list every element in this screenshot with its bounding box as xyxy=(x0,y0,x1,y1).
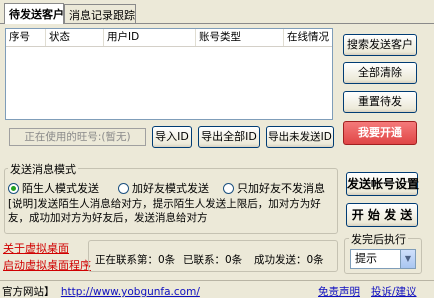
radio-add-only-mode[interactable]: 只加好友不发消息 xyxy=(223,181,325,195)
stat-success: 成功发送：0条 xyxy=(254,254,324,266)
footer-divider xyxy=(0,280,434,281)
virtual-desktop-start-link[interactable]: 启动虚拟桌面程序 xyxy=(3,257,91,273)
list-header: 序号 状态 用户ID 账号类型 在线情况 xyxy=(6,29,332,47)
stat-contacting: 正在联系第：0条 xyxy=(95,254,176,266)
radio-stranger-label: 陌生人模式发送 xyxy=(22,182,99,195)
radio-friend-label: 加好友模式发送 xyxy=(132,182,209,195)
reset-pending-button[interactable]: 重置待发 xyxy=(343,91,417,113)
column-header-account-type[interactable]: 账号类型 xyxy=(196,29,284,46)
stat-contacted: 已联系：0条 xyxy=(183,254,243,266)
footer-site-label: 官方网站】 xyxy=(2,286,55,298)
customer-list[interactable]: 序号 状态 用户ID 账号类型 在线情况 xyxy=(5,28,333,120)
chevron-down-icon[interactable]: ▼ xyxy=(400,250,415,268)
send-mode-title: 发送消息模式 xyxy=(8,161,78,177)
export-all-button[interactable]: 导出全部ID xyxy=(198,126,260,148)
column-header-status[interactable]: 状态 xyxy=(46,29,104,46)
radio-stranger-mode[interactable]: 陌生人模式发送 xyxy=(8,181,99,195)
column-header-online[interactable]: 在线情况 xyxy=(284,29,334,46)
clear-all-button[interactable]: 全部清除 xyxy=(343,62,417,84)
current-account-field: 正在使用的旺号:(暂无) xyxy=(9,128,146,146)
radio-unselected-icon xyxy=(118,182,129,194)
footer-site: 官方网站】 http://www.yobgunfa.com/ xyxy=(2,284,200,298)
column-header-user-id[interactable]: 用户ID xyxy=(104,29,196,46)
tab-divider xyxy=(0,23,434,24)
search-customers-button[interactable]: 搜索发送客户 xyxy=(343,34,417,56)
feedback-link[interactable]: 投诉/建议 xyxy=(371,284,417,298)
radio-friend-mode[interactable]: 加好友模式发送 xyxy=(118,181,209,195)
tab-message-log[interactable]: 消息记录跟踪 xyxy=(64,4,136,23)
virtual-desktop-close-link[interactable]: 关于虚拟桌面 xyxy=(3,240,69,256)
start-send-button[interactable]: 开 始 发 送 xyxy=(346,203,418,227)
after-send-selected: 提示 xyxy=(355,252,377,265)
mode-description: [说明]发送陌生人消息给对方，提示陌生人发送上限后，加对方为好友，成功加对方为好… xyxy=(8,198,321,224)
column-header-index[interactable]: 序号 xyxy=(6,29,46,46)
radio-unselected-icon xyxy=(223,182,234,194)
after-send-select[interactable]: 提示 ▼ xyxy=(350,249,416,269)
send-account-settings-button[interactable]: 发送帐号设置 xyxy=(346,172,419,196)
tab-pending-customers[interactable]: 待发送客户 xyxy=(4,3,64,24)
disclaimer-link[interactable]: 免责声明 xyxy=(318,284,360,298)
radio-selected-icon xyxy=(8,182,19,194)
vip-activate-button[interactable]: 我要开通 xyxy=(343,121,417,145)
import-id-button[interactable]: 导入ID xyxy=(152,126,192,148)
export-unsent-button[interactable]: 导出未发送ID xyxy=(266,126,334,148)
after-send-label: 发完后执行 xyxy=(349,231,408,247)
footer-site-link[interactable]: http://www.yobgunfa.com/ xyxy=(61,286,200,298)
radio-add-only-label: 只加好友不发消息 xyxy=(237,182,325,195)
